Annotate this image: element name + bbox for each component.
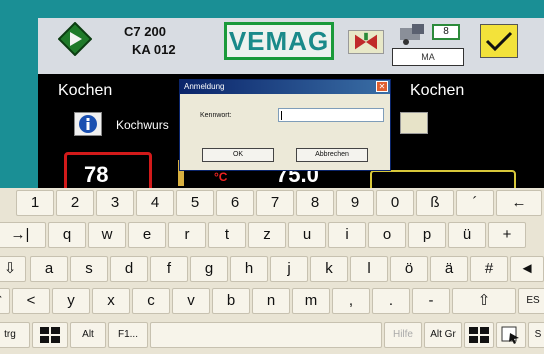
key-plus[interactable]: + — [488, 222, 526, 248]
key-altgr[interactable]: Alt Gr — [424, 322, 462, 348]
cancel-button[interactable]: Abbrechen — [296, 148, 368, 162]
key-shift-right[interactable]: ⇧ — [452, 288, 516, 314]
key-8[interactable]: 8 — [296, 190, 334, 216]
key-n[interactable]: n — [252, 288, 290, 314]
key-r[interactable]: r — [168, 222, 206, 248]
on-screen-keyboard: 1 2 3 4 5 6 7 8 9 0 ß ´ ← →| q w e r t z… — [0, 188, 544, 354]
valve-icon[interactable] — [348, 30, 384, 54]
key-a[interactable]: a — [30, 256, 68, 282]
program-label: Kochwurs — [116, 118, 169, 132]
key-period[interactable]: . — [372, 288, 410, 314]
status-badge: 8 — [432, 24, 460, 40]
key-help[interactable]: Hilfe — [384, 322, 422, 348]
key-v[interactable]: v — [172, 288, 210, 314]
menu-cursor-icon — [501, 326, 519, 344]
folder-icon[interactable] — [400, 112, 428, 134]
key-2[interactable]: 2 — [56, 190, 94, 216]
key-d[interactable]: d — [110, 256, 148, 282]
key-f[interactable]: f — [150, 256, 188, 282]
key-s[interactable]: s — [70, 256, 108, 282]
confirm-button[interactable] — [480, 24, 518, 58]
key-esc[interactable]: ES — [518, 288, 544, 314]
key-caps[interactable]: ⇩ — [0, 256, 26, 282]
key-l[interactable]: l — [350, 256, 388, 282]
key-ue[interactable]: ü — [448, 222, 486, 248]
key-ae[interactable]: ä — [430, 256, 468, 282]
key-hash[interactable]: # — [470, 256, 508, 282]
key-7[interactable]: 7 — [256, 190, 294, 216]
ok-button[interactable]: OK — [202, 148, 274, 162]
key-c[interactable]: c — [132, 288, 170, 314]
key-k[interactable]: k — [310, 256, 348, 282]
key-x[interactable]: x — [92, 288, 130, 314]
key-g[interactable]: g — [190, 256, 228, 282]
machine-icon — [400, 24, 424, 45]
key-6[interactable]: 6 — [216, 190, 254, 216]
code-line-1: C7 200 — [124, 24, 166, 39]
key-acute[interactable]: ´ — [456, 190, 494, 216]
key-enter[interactable]: ◄ — [510, 256, 544, 282]
diamond-start-icon[interactable] — [58, 22, 92, 56]
close-icon[interactable]: ✕ — [376, 81, 388, 92]
key-backspace[interactable]: ← — [496, 190, 542, 216]
key-t[interactable]: t — [208, 222, 246, 248]
vemag-logo: VEMAG — [224, 22, 334, 60]
key-i[interactable]: i — [328, 222, 366, 248]
key-m[interactable]: m — [292, 288, 330, 314]
key-y[interactable]: y — [52, 288, 90, 314]
machine-status[interactable]: 8 MA — [392, 22, 466, 68]
key-e[interactable]: e — [128, 222, 166, 248]
key-u[interactable]: u — [288, 222, 326, 248]
value-left: 78 — [84, 162, 109, 187]
top-bar: C7 200 KA 012 VEMAG 8 MA — [38, 18, 544, 74]
key-9[interactable]: 9 — [336, 190, 374, 216]
right-heading: Kochen — [410, 82, 465, 99]
hmi-screen: C7 200 KA 012 VEMAG 8 MA Kochen Kochen K… — [0, 0, 544, 354]
key-h[interactable]: h — [230, 256, 268, 282]
key-comma[interactable]: , — [332, 288, 370, 314]
key-menu[interactable] — [496, 322, 526, 348]
password-input[interactable] — [278, 108, 384, 122]
key-0[interactable]: 0 — [376, 190, 414, 216]
key-ctrl[interactable]: trg — [0, 322, 30, 348]
dialog-title: Anmeldung — [184, 82, 225, 91]
key-q[interactable]: q — [48, 222, 86, 248]
unit-label: °C — [214, 170, 228, 184]
key-windows-right[interactable] — [464, 322, 494, 348]
dialog-title-bar: Anmeldung ✕ — [180, 80, 390, 94]
info-button[interactable] — [74, 112, 102, 136]
key-tab[interactable]: →| — [0, 222, 46, 248]
login-dialog: Anmeldung ✕ Kennwort: OK Abbrechen — [179, 79, 391, 171]
key-windows[interactable] — [32, 322, 68, 348]
checkmark-icon — [485, 31, 513, 52]
password-label: Kennwort: — [200, 112, 232, 119]
key-3[interactable]: 3 — [96, 190, 134, 216]
key-space[interactable] — [150, 322, 382, 348]
left-heading: Kochen — [58, 82, 113, 99]
windows-icon — [469, 327, 489, 343]
key-1[interactable]: 1 — [16, 190, 54, 216]
key-oe[interactable]: ö — [390, 256, 428, 282]
key-less[interactable]: < — [12, 288, 50, 314]
key-w[interactable]: w — [88, 222, 126, 248]
key-o[interactable]: o — [368, 222, 406, 248]
key-shift-left[interactable]: ⇧ — [0, 288, 10, 314]
windows-icon — [40, 327, 60, 343]
key-alt[interactable]: Alt — [70, 322, 106, 348]
key-eszett[interactable]: ß — [416, 190, 454, 216]
code-line-2: KA 012 — [132, 42, 176, 57]
key-j[interactable]: j — [270, 256, 308, 282]
key-b[interactable]: b — [212, 288, 250, 314]
key-5[interactable]: 5 — [176, 190, 214, 216]
key-4[interactable]: 4 — [136, 190, 174, 216]
key-z[interactable]: z — [248, 222, 286, 248]
key-minus[interactable]: - — [412, 288, 450, 314]
key-p[interactable]: p — [408, 222, 446, 248]
key-f1[interactable]: F1... — [108, 322, 148, 348]
info-icon — [79, 115, 97, 133]
ma-label: MA — [392, 48, 464, 66]
key-s[interactable]: S — [528, 322, 544, 348]
